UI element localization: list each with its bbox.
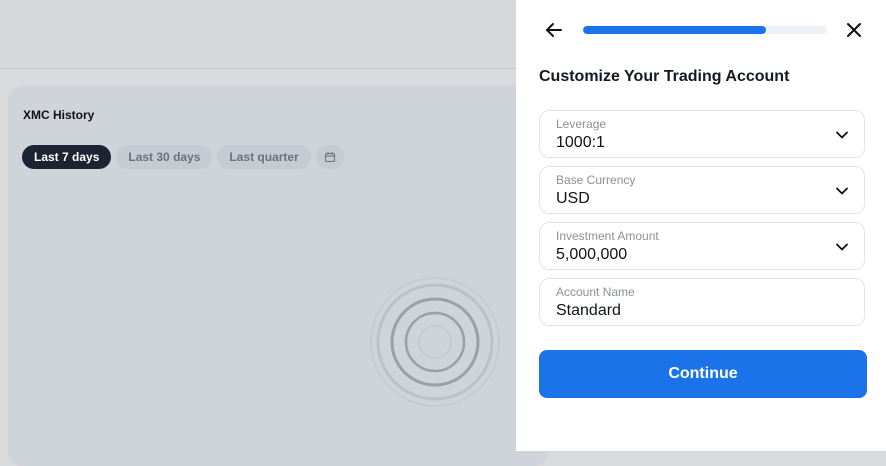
account-name-label: Account Name [556,285,635,299]
continue-button[interactable]: Continue [539,350,867,398]
base-currency-label: Base Currency [556,173,636,187]
filter-chip-last-30-days[interactable]: Last 30 days [116,145,213,169]
leverage-value: 1000:1 [556,134,605,151]
filter-chip-last-quarter[interactable]: Last quarter [217,145,311,169]
progress-fill [583,26,766,34]
background-header [0,0,516,69]
progress-bar [583,26,827,34]
base-currency-select[interactable]: Base Currency USD [539,166,865,214]
calendar-icon[interactable] [315,145,344,169]
arrow-left-icon[interactable] [542,18,566,42]
history-card: XMC History Last 7 days Last 30 days Las… [8,86,548,466]
account-name-value[interactable]: Standard [556,302,621,320]
spinner-icon [370,277,500,412]
leverage-label: Leverage [556,117,607,131]
filter-chip-last-7-days[interactable]: Last 7 days [22,145,112,169]
card-title: XMC History [23,108,95,122]
investment-amount-value: 5,000,000 [556,246,628,263]
chevron-down-icon [836,243,848,251]
period-filters: Last 7 days Last 30 days Last quarter [22,145,344,169]
base-currency-value: USD [556,190,590,207]
investment-amount-select[interactable]: Investment Amount 5,000,000 [539,222,865,270]
investment-amount-label: Investment Amount [556,229,659,243]
chevron-down-icon [836,131,848,139]
leverage-select[interactable]: Leverage 1000:1 [539,110,865,158]
close-icon[interactable] [842,18,866,42]
account-name-field[interactable]: Account Name Standard [539,278,865,326]
chevron-down-icon [836,187,848,195]
account-setup-drawer: Customize Your Trading Account Leverage … [516,0,886,451]
page-title: Customize Your Trading Account [539,68,790,85]
